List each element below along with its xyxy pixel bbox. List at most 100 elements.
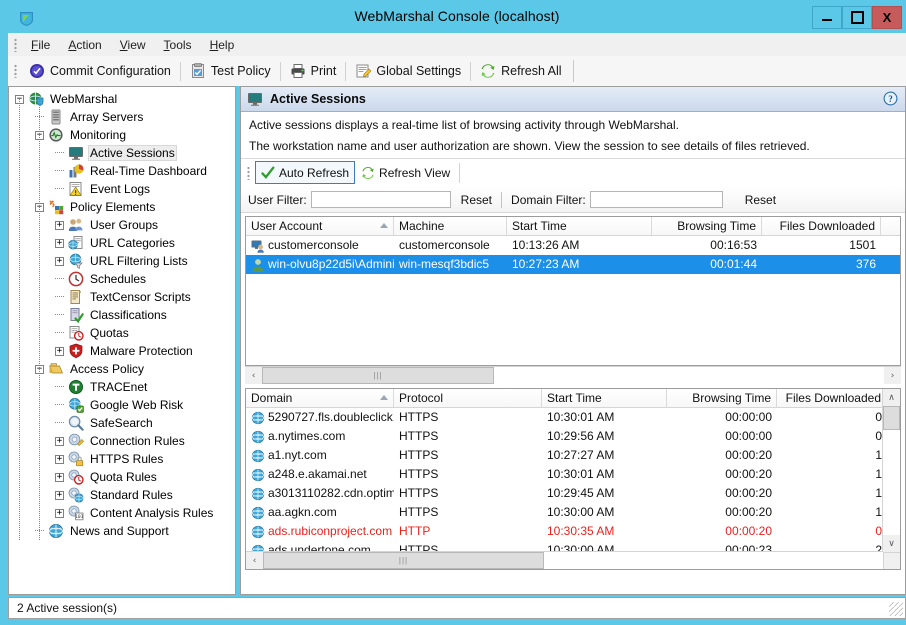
sessions-hscroll-right-arrow[interactable]: › — [884, 367, 901, 384]
tree-expand-toggle[interactable]: + — [55, 509, 64, 518]
domains-hscroll-thumb[interactable]: ||| — [263, 552, 544, 569]
menu-view[interactable]: View — [111, 35, 155, 55]
tree-item-url-filtering-lists[interactable]: +URL Filtering Lists — [9, 252, 235, 270]
tree-item-classifications[interactable]: Classifications — [9, 306, 235, 324]
tree-item-tracenet[interactable]: TRACEnet — [9, 378, 235, 396]
sessions-grid[interactable]: User Account MachineStart TimeBrowsing Ti… — [245, 216, 901, 366]
tree-item-quota-rules[interactable]: +Quota Rules — [9, 468, 235, 486]
print-button[interactable]: Print — [283, 58, 344, 84]
domains-hscrollbar[interactable]: ‹ ||| — [246, 551, 883, 569]
domain-filter-input[interactable] — [590, 191, 723, 208]
sessions-column-header[interactable]: Machine — [394, 217, 507, 235]
refresh-view-button[interactable]: Refresh View — [355, 162, 456, 183]
tree-item-url-categories[interactable]: +URL Categories — [9, 234, 235, 252]
auto-refresh-button[interactable]: Auto Refresh — [255, 161, 355, 184]
domains-vscrollbar[interactable]: ∧ ∨ — [882, 389, 900, 552]
sessions-column-header[interactable] — [881, 217, 901, 235]
tree-item-https-rules[interactable]: +HTTPS Rules — [9, 450, 235, 468]
global-settings-button[interactable]: Global Settings — [348, 58, 468, 84]
table-row[interactable]: aa.agkn.comHTTPS10:30:00 AM00:00:201 — [246, 503, 883, 522]
domain-filter-reset-link[interactable]: Reset — [745, 193, 776, 207]
menu-drag-grip[interactable] — [14, 38, 17, 52]
content-rules-icon: 101 — [68, 505, 84, 521]
domains-column-header[interactable]: Files Downloaded — [777, 389, 883, 407]
tree-expand-toggle[interactable]: + — [55, 239, 64, 248]
sessions-hscrollbar[interactable]: ‹ ||| › — [245, 366, 901, 384]
domains-vscroll-up-arrow[interactable]: ∧ — [883, 389, 900, 406]
minimize-button[interactable] — [812, 6, 842, 29]
tree-item-malware-protection[interactable]: + Malware Protection — [9, 342, 235, 360]
tree-item-standard-rules[interactable]: +Standard Rules — [9, 486, 235, 504]
domains-column-header[interactable]: Browsing Time — [667, 389, 777, 407]
domains-column-header[interactable]: Domain — [246, 389, 394, 407]
tree-item-news-and-support[interactable]: News and Support — [9, 522, 235, 540]
user-filter-input[interactable] — [311, 191, 451, 208]
tree-item-real-time-dashboard[interactable]: Real-Time Dashboard — [9, 162, 235, 180]
tree-item-label: Malware Protection — [88, 343, 195, 359]
refresh-all-button[interactable]: Refresh All — [473, 58, 568, 84]
maximize-button[interactable] — [842, 6, 872, 29]
tree-item-safesearch[interactable]: SafeSearch — [9, 414, 235, 432]
domains-vscroll-down-arrow[interactable]: ∨ — [883, 535, 900, 552]
table-row[interactable]: win-olvu8p22d5i\Admini...win-mesqf3bdic5… — [246, 255, 900, 274]
tree-expand-toggle[interactable]: + — [55, 257, 64, 266]
tree-item-event-logs[interactable]: Event Logs — [9, 180, 235, 198]
tree-item-textcensor-scripts[interactable]: TextCensor Scripts — [9, 288, 235, 306]
table-row[interactable]: ads.rubiconproject.comHTTP10:30:35 AM00:… — [246, 522, 883, 541]
sessions-column-header[interactable]: Browsing Time — [652, 217, 762, 235]
tree-item-active-sessions[interactable]: Active Sessions — [9, 144, 235, 162]
domains-hscroll-left-arrow[interactable]: ‹ — [246, 552, 263, 569]
sessions-column-header-label: User Account — [251, 219, 322, 233]
user-filter-reset-link[interactable]: Reset — [461, 193, 492, 207]
test-policy-button[interactable]: Test Policy — [183, 58, 278, 84]
menu-tools[interactable]: Tools — [155, 35, 201, 55]
tree-item-user-groups[interactable]: +User Groups — [9, 216, 235, 234]
table-cell-text: 5290727.fls.doubleclick.... — [268, 408, 394, 427]
table-row[interactable]: a.nytimes.comHTTPS10:29:56 AM00:00:000 — [246, 427, 883, 446]
sessions-column-header[interactable]: User Account — [246, 217, 394, 235]
tree-expand-toggle[interactable]: + — [55, 347, 64, 356]
tree-item-webmarshal[interactable]: −WebMarshal — [9, 90, 235, 108]
tree-item-schedules[interactable]: Schedules — [9, 270, 235, 288]
action-toolbar-drag-grip[interactable] — [247, 166, 250, 180]
tree-expand-toggle[interactable]: + — [55, 491, 64, 500]
table-row[interactable]: a248.e.akamai.netHTTPS10:30:01 AM00:00:2… — [246, 465, 883, 484]
tree-expand-toggle[interactable]: + — [55, 221, 64, 230]
domains-grid[interactable]: DomainProtocolStart TimeBrowsing TimeFil… — [245, 388, 901, 570]
resize-grip[interactable] — [889, 602, 903, 616]
table-row[interactable]: customerconsolecustomerconsole10:13:26 A… — [246, 236, 900, 255]
menu-file[interactable]: File — [22, 35, 59, 55]
table-row[interactable]: a1.nyt.comHTTPS10:27:27 AM00:00:201 — [246, 446, 883, 465]
table-row[interactable]: a3013110282.cdn.optimi...HTTPS10:29:45 A… — [246, 484, 883, 503]
domains-vscroll-thumb[interactable] — [883, 406, 900, 430]
tree-item-monitoring[interactable]: −Monitoring — [9, 126, 235, 144]
tree-item-array-servers[interactable]: Array Servers — [9, 108, 235, 126]
tree-expand-toggle[interactable]: + — [55, 473, 64, 482]
sessions-column-header[interactable]: Start Time — [507, 217, 652, 235]
commit-configuration-button[interactable]: Commit Configuration — [22, 58, 178, 84]
navigation-tree-pane[interactable]: −WebMarshalArray Servers−MonitoringActiv… — [8, 86, 236, 595]
sessions-column-header[interactable]: Files Downloaded — [762, 217, 881, 235]
sessions-hscroll-left-arrow[interactable]: ‹ — [245, 367, 262, 384]
tree-item-connection-rules[interactable]: +Connection Rules — [9, 432, 235, 450]
domains-hscroll-track[interactable]: ||| — [263, 552, 883, 569]
help-icon[interactable]: ? — [883, 91, 898, 106]
tree-item-quotas[interactable]: Quotas — [9, 324, 235, 342]
close-button[interactable]: X — [872, 6, 902, 29]
menu-help[interactable]: Help — [201, 35, 244, 55]
tree-item-access-policy[interactable]: −Access Policy — [9, 360, 235, 378]
tree-item-policy-elements[interactable]: −Policy Elements — [9, 198, 235, 216]
toolbar-drag-grip[interactable] — [14, 64, 17, 78]
domains-column-header[interactable]: Protocol — [394, 389, 542, 407]
tree-item-google-web-risk[interactable]: Google Web Risk — [9, 396, 235, 414]
tree-expand-toggle[interactable]: + — [55, 455, 64, 464]
table-row[interactable]: 5290727.fls.doubleclick....HTTPS10:30:01… — [246, 408, 883, 427]
sessions-hscroll-track[interactable]: ||| — [262, 367, 884, 384]
sessions-hscroll-thumb[interactable]: ||| — [262, 367, 494, 384]
domains-column-header[interactable]: Start Time — [542, 389, 667, 407]
tree-item-content-analysis-rules[interactable]: +101Content Analysis Rules — [9, 504, 235, 522]
menu-action[interactable]: Action — [59, 35, 110, 55]
table-cell: 00:00:20 — [667, 503, 777, 522]
tree-expand-toggle[interactable]: + — [55, 437, 64, 446]
domains-vscroll-track[interactable] — [883, 406, 900, 535]
